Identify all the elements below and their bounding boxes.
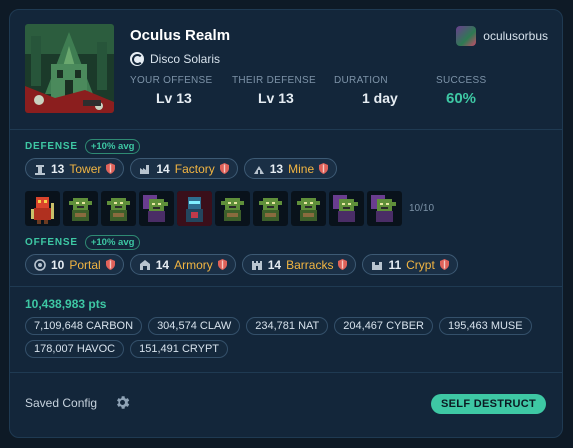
factory-icon	[140, 164, 150, 174]
token-tags: 7,109,648 CARBON 304,574 CLAW 234,781 NA…	[25, 317, 555, 358]
portal-icon	[34, 258, 46, 271]
mine-icon	[253, 165, 264, 174]
stat-value: Lv 13	[156, 90, 192, 106]
shield-icon	[217, 259, 227, 270]
realm-thumbnail	[25, 24, 114, 113]
token-tag-muse: 195,463 MUSE	[439, 317, 532, 335]
building-name: Armory	[174, 257, 213, 272]
shield-icon	[319, 163, 329, 174]
token-tag-claw: 304,574 CLAW	[148, 317, 241, 335]
stat-success: SUCCESS 60%	[436, 75, 522, 107]
gear-icon[interactable]	[114, 394, 131, 411]
defense-buildings: 13 Tower 14 Factory 13 Mine	[25, 158, 338, 179]
building-chip-armory[interactable]: 14 Armory	[129, 254, 236, 275]
barracks-icon	[251, 260, 262, 270]
self-destruct-button[interactable]: SELF DESTRUCT	[431, 394, 546, 414]
tower-icon	[35, 164, 45, 175]
divider	[10, 129, 562, 130]
building-level: 11	[388, 257, 402, 272]
building-chip-portal[interactable]: 10 Portal	[25, 254, 124, 275]
alliance-icon	[130, 52, 144, 66]
stat-label: SUCCESS	[436, 75, 487, 86]
unit-purple-goblin[interactable]	[139, 191, 174, 226]
stat-label: THEIR DEFENSE	[232, 75, 316, 86]
offense-label: OFFENSE +10% avg	[25, 235, 141, 250]
building-level: 14	[267, 257, 282, 272]
token-tag-crypt: 151,491 CRYPT	[130, 340, 229, 358]
building-level: 10	[51, 257, 65, 272]
stat-your-offense: YOUR OFFENSE Lv 13	[130, 75, 230, 107]
shield-icon	[219, 163, 229, 174]
owner-avatar	[456, 26, 477, 46]
shield-icon	[105, 259, 115, 270]
building-chip-mine[interactable]: 13 Mine	[243, 158, 338, 179]
stat-label: YOUR OFFENSE	[130, 75, 213, 86]
unit-cyber-soldier[interactable]	[177, 191, 212, 226]
building-chip-factory[interactable]: 14 Factory	[130, 158, 238, 179]
building-name: Crypt	[406, 257, 435, 272]
building-level: 13	[51, 161, 65, 176]
offense-buildings: 10 Portal 14 Armory 14 Barracks 11 Crypt	[25, 254, 458, 275]
unit-roster: 10/10	[25, 191, 434, 226]
offense-avg-badge: +10% avg	[84, 235, 141, 250]
owner[interactable]: oculusorbus	[456, 26, 548, 46]
defense-label: DEFENSE +10% avg	[25, 139, 141, 154]
saved-config-label: Saved Config	[25, 396, 98, 410]
divider	[10, 372, 562, 373]
owner-name: oculusorbus	[483, 29, 548, 43]
shield-icon	[106, 163, 116, 174]
stat-value-success: 60%	[446, 90, 477, 107]
token-tag-havoc: 178,007 HAVOC	[25, 340, 125, 358]
unit-goblin[interactable]	[291, 191, 326, 226]
raid-header: Oculus Realm Disco Solaris oculusorbus Y…	[10, 10, 562, 130]
building-chip-crypt[interactable]: 11 Crypt	[362, 254, 458, 275]
building-level: 14	[156, 161, 170, 176]
defense-avg-badge: +10% avg	[84, 139, 141, 154]
unit-goblin[interactable]	[253, 191, 288, 226]
unit-count: 10/10	[409, 203, 435, 214]
stat-their-defense: THEIR DEFENSE Lv 13	[232, 75, 332, 107]
armory-icon	[139, 259, 150, 270]
alliance-name: Disco Solaris	[150, 52, 221, 66]
raid-stats: YOUR OFFENSE Lv 13 THEIR DEFENSE Lv 13 D…	[130, 75, 524, 107]
crypt-icon	[372, 261, 383, 270]
building-level: 14	[155, 257, 170, 272]
divider	[10, 286, 562, 287]
unit-goblin[interactable]	[215, 191, 250, 226]
building-name: Portal	[69, 257, 101, 272]
building-name: Tower	[69, 161, 102, 176]
defense-title: DEFENSE	[25, 141, 78, 152]
unit-purple-goblin[interactable]	[367, 191, 402, 226]
stat-value: 1 day	[362, 90, 398, 106]
stat-label: DURATION	[334, 75, 388, 86]
building-name: Barracks	[286, 257, 334, 272]
raid-card: Oculus Realm Disco Solaris oculusorbus Y…	[9, 9, 563, 438]
building-chip-barracks[interactable]: 14 Barracks	[241, 254, 357, 275]
stat-value: Lv 13	[258, 90, 294, 106]
token-tag-carbon: 7,109,648 CARBON	[25, 317, 143, 335]
shield-icon	[439, 259, 449, 270]
building-name: Mine	[288, 161, 315, 176]
stat-duration: DURATION 1 day	[334, 75, 434, 107]
token-tag-cyber: 204,467 CYBER	[334, 317, 433, 335]
offense-title: OFFENSE	[25, 237, 78, 248]
building-name: Factory	[174, 161, 215, 176]
building-chip-tower[interactable]: 13 Tower	[25, 158, 125, 179]
building-level: 13	[269, 161, 284, 176]
unit-goblin[interactable]	[63, 191, 98, 226]
token-tag-nat: 234,781 NAT	[246, 317, 329, 335]
shield-icon	[338, 259, 348, 270]
unit-goblin[interactable]	[101, 191, 136, 226]
unit-purple-goblin[interactable]	[329, 191, 364, 226]
alliance[interactable]: Disco Solaris	[130, 52, 220, 66]
unit-red-knight[interactable]	[25, 191, 60, 226]
total-points: 10,438,983 pts	[25, 297, 107, 311]
realm-title: Oculus Realm	[130, 27, 231, 44]
